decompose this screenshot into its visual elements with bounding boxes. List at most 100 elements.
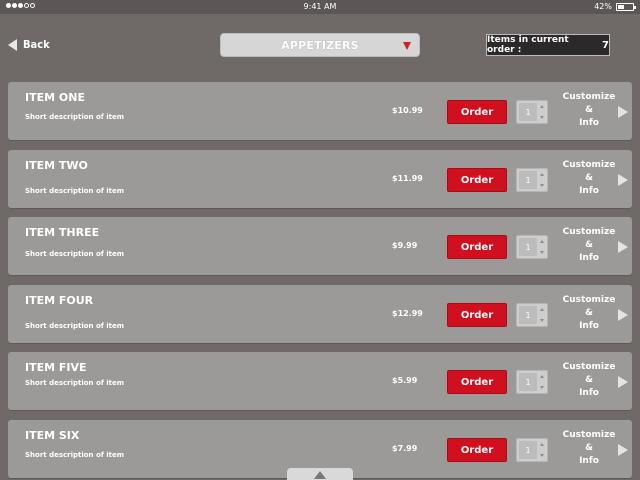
stepper-up-icon[interactable]	[540, 240, 544, 243]
battery-percent: 42%	[594, 2, 612, 11]
order-button[interactable]: Order	[447, 235, 507, 259]
customize-label: Customize	[562, 160, 616, 170]
info-label: Info	[579, 388, 599, 398]
quantity-stepper[interactable]: 1	[516, 100, 548, 124]
quantity-value[interactable]: 1	[519, 441, 537, 459]
info-label: Info	[579, 321, 599, 331]
customize-label: Customize	[562, 92, 616, 102]
stepper-up-icon[interactable]	[540, 375, 544, 378]
stepper-up-icon[interactable]	[540, 105, 544, 108]
chevron-right-icon[interactable]	[618, 106, 628, 118]
scroll-up-button[interactable]	[287, 468, 353, 480]
battery-nub	[634, 6, 636, 9]
stepper-down-icon[interactable]	[540, 386, 544, 389]
customize-info-button[interactable]: Customize & Info	[556, 91, 622, 130]
quantity-stepper[interactable]: 1	[516, 370, 548, 394]
item-name: ITEM FIVE	[25, 361, 87, 374]
menu-item-row: ITEM ONE Short description of item $10.9…	[8, 82, 632, 140]
customize-info-button[interactable]: Customize & Info	[556, 294, 622, 333]
stepper-down-icon[interactable]	[540, 116, 544, 119]
quantity-value[interactable]: 1	[519, 306, 537, 324]
stepper-down-icon[interactable]	[540, 251, 544, 254]
order-count-label: Items in current order :	[487, 35, 569, 55]
item-name: ITEM ONE	[25, 91, 85, 104]
back-label: Back	[23, 38, 50, 51]
customize-label: Customize	[562, 295, 616, 305]
item-description: Short description of item	[25, 187, 125, 195]
item-name: ITEM FOUR	[25, 294, 94, 307]
item-description: Short description of item	[25, 451, 125, 459]
customize-ampersand: &	[585, 173, 593, 183]
order-button[interactable]: Order	[447, 303, 507, 327]
stepper-down-icon[interactable]	[540, 319, 544, 322]
item-price: $7.99	[392, 444, 418, 453]
item-description: Short description of item	[25, 379, 125, 387]
chevron-right-icon[interactable]	[618, 241, 628, 253]
info-label: Info	[579, 118, 599, 128]
stepper-down-icon[interactable]	[540, 454, 544, 457]
item-price: $9.99	[392, 241, 418, 250]
stepper-down-icon[interactable]	[540, 184, 544, 187]
info-label: Info	[579, 456, 599, 466]
menu-item-row: ITEM FOUR Short description of item $12.…	[8, 285, 632, 343]
chevron-right-icon[interactable]	[618, 174, 628, 186]
quantity-stepper[interactable]: 1	[516, 438, 548, 462]
item-name: ITEM THREE	[25, 226, 100, 239]
item-price: $11.99	[392, 174, 423, 183]
back-arrow-icon	[8, 38, 17, 51]
quantity-value[interactable]: 1	[519, 103, 537, 121]
customize-label: Customize	[562, 430, 616, 440]
item-name: ITEM TWO	[25, 159, 88, 172]
order-button[interactable]: Order	[447, 168, 507, 192]
customize-label: Customize	[562, 227, 616, 237]
quantity-value[interactable]: 1	[519, 373, 537, 391]
info-label: Info	[579, 253, 599, 263]
customize-ampersand: &	[585, 105, 593, 115]
item-name: ITEM SIX	[25, 429, 80, 442]
chevron-right-icon[interactable]	[618, 444, 628, 456]
customize-ampersand: &	[585, 443, 593, 453]
stepper-up-icon[interactable]	[540, 308, 544, 311]
customize-info-button[interactable]: Customize & Info	[556, 226, 622, 265]
battery-fill	[618, 5, 624, 9]
quantity-value[interactable]: 1	[519, 238, 537, 256]
chevron-right-icon[interactable]	[618, 309, 628, 321]
quantity-stepper[interactable]: 1	[516, 235, 548, 259]
customize-ampersand: &	[585, 240, 593, 250]
quantity-stepper[interactable]: 1	[516, 303, 548, 327]
item-price: $12.99	[392, 309, 423, 318]
menu-item-row: ITEM FIVE Short description of item $5.9…	[8, 352, 632, 410]
stepper-up-icon[interactable]	[540, 443, 544, 446]
scroll-up-icon	[314, 471, 326, 479]
customize-info-button[interactable]: Customize & Info	[556, 429, 622, 468]
order-button[interactable]: Order	[447, 370, 507, 394]
item-description: Short description of item	[25, 322, 125, 330]
current-order-indicator: Items in current order : 7	[486, 34, 610, 56]
chevron-right-icon[interactable]	[618, 376, 628, 388]
menu-item-row: ITEM THREE Short description of item $9.…	[8, 217, 632, 275]
customize-ampersand: &	[585, 375, 593, 385]
menu-item-row: ITEM TWO Short description of item $11.9…	[8, 150, 632, 208]
dropdown-caret-icon	[403, 42, 411, 50]
status-bar: 9:41 AM 42%	[0, 0, 640, 14]
order-button[interactable]: Order	[447, 438, 507, 462]
order-button[interactable]: Order	[447, 100, 507, 124]
customize-info-button[interactable]: Customize & Info	[556, 361, 622, 400]
back-button[interactable]: Back	[8, 38, 50, 51]
battery-icon	[616, 3, 636, 11]
order-count-value: 7	[602, 39, 609, 51]
info-label: Info	[579, 186, 599, 196]
item-price: $5.99	[392, 376, 418, 385]
category-dropdown[interactable]: APPETIZERS	[220, 33, 420, 57]
item-description: Short description of item	[25, 250, 125, 258]
customize-label: Customize	[562, 362, 616, 372]
item-description: Short description of item	[25, 113, 125, 121]
quantity-value[interactable]: 1	[519, 171, 537, 189]
item-price: $10.99	[392, 106, 423, 115]
category-label: APPETIZERS	[281, 38, 359, 52]
quantity-stepper[interactable]: 1	[516, 168, 548, 192]
stepper-up-icon[interactable]	[540, 173, 544, 176]
status-time: 9:41 AM	[303, 2, 337, 11]
customize-ampersand: &	[585, 308, 593, 318]
customize-info-button[interactable]: Customize & Info	[556, 159, 622, 198]
